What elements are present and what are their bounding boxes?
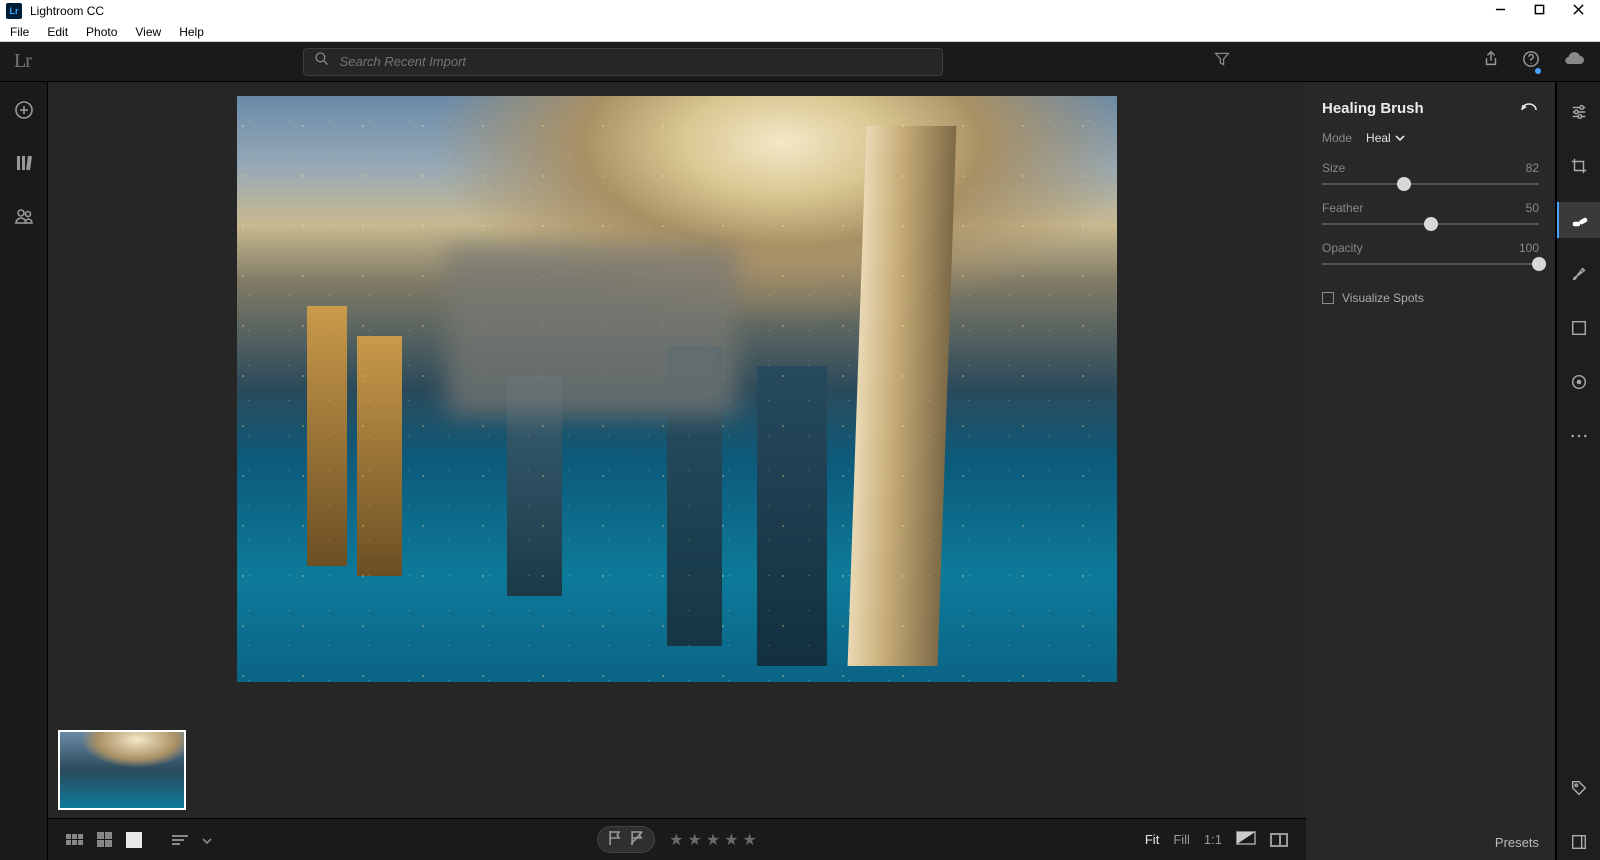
star-1-icon[interactable]: ★ [669, 830, 683, 850]
flag-pick-icon[interactable] [608, 830, 622, 849]
add-photo-icon[interactable] [14, 100, 34, 125]
before-after-icon[interactable] [1236, 831, 1256, 848]
window-title-bar: Lr Lightroom CC [0, 0, 1600, 22]
menu-bar: File Edit Photo View Help [0, 22, 1600, 42]
chevron-down-icon [1395, 135, 1405, 141]
flag-reject-icon[interactable] [630, 830, 644, 849]
filter-icon[interactable] [1214, 51, 1230, 72]
single-view-icon[interactable] [126, 832, 142, 848]
opacity-slider-thumb[interactable] [1532, 257, 1546, 271]
window-maximize-icon[interactable] [1534, 4, 1545, 18]
people-icon[interactable] [14, 206, 34, 231]
crop-tool-icon[interactable] [1557, 148, 1600, 184]
search-field[interactable] [303, 48, 943, 76]
filmstrip [48, 722, 1306, 818]
size-slider-thumb[interactable] [1397, 177, 1411, 191]
more-menu-icon[interactable] [1557, 418, 1600, 454]
star-3-icon[interactable]: ★ [706, 830, 720, 850]
menu-edit[interactable]: Edit [47, 25, 68, 39]
rating-stars[interactable]: ★ ★ ★ ★ ★ [669, 830, 757, 850]
right-tool-rail [1556, 82, 1600, 860]
window-minimize-icon[interactable] [1495, 4, 1506, 18]
feather-label: Feather [1322, 201, 1363, 215]
cloud-sync-icon[interactable] [1562, 51, 1586, 72]
visualize-spots-checkbox[interactable] [1322, 292, 1334, 304]
feather-value: 50 [1526, 201, 1539, 215]
menu-photo[interactable]: Photo [86, 25, 117, 39]
filmstrip-thumbnail[interactable] [58, 730, 186, 810]
help-icon[interactable] [1522, 50, 1540, 73]
flag-group [597, 826, 655, 853]
tag-icon[interactable] [1557, 770, 1600, 806]
star-5-icon[interactable]: ★ [743, 830, 757, 850]
compare-view-icon[interactable] [1270, 833, 1288, 847]
brush-tool-icon[interactable] [1557, 256, 1600, 292]
sort-chevron-icon[interactable] [202, 832, 212, 847]
search-input[interactable] [340, 54, 932, 69]
zoom-1to1[interactable]: 1:1 [1204, 832, 1222, 847]
adjust-sliders-icon[interactable] [1557, 94, 1600, 130]
feather-slider-thumb[interactable] [1424, 217, 1438, 231]
grid-view-large-icon[interactable] [97, 832, 112, 847]
photo-preview[interactable] [237, 96, 1117, 682]
healing-brush-panel: Healing Brush Mode Heal Size 82 [1306, 82, 1556, 860]
size-label: Size [1322, 161, 1345, 175]
visualize-spots-label: Visualize Spots [1342, 291, 1424, 305]
share-icon[interactable] [1482, 50, 1500, 73]
menu-help[interactable]: Help [179, 25, 204, 39]
opacity-label: Opacity [1322, 241, 1363, 255]
zoom-fit[interactable]: Fit [1145, 832, 1159, 847]
bottom-toolbar: ★ ★ ★ ★ ★ Fit Fill 1:1 [48, 818, 1306, 860]
photo-canvas[interactable] [48, 82, 1306, 722]
center-area: ★ ★ ★ ★ ★ Fit Fill 1:1 [48, 82, 1306, 860]
mode-label: Mode [1322, 131, 1352, 145]
visualize-spots-row[interactable]: Visualize Spots [1322, 291, 1539, 305]
opacity-value: 100 [1519, 241, 1539, 255]
healing-blur-region [447, 246, 737, 416]
feather-slider[interactable]: Feather 50 [1322, 201, 1539, 225]
library-icon[interactable] [14, 153, 34, 178]
info-panel-icon[interactable] [1557, 824, 1600, 860]
star-2-icon[interactable]: ★ [687, 830, 701, 850]
menu-view[interactable]: View [135, 25, 161, 39]
size-slider[interactable]: Size 82 [1322, 161, 1539, 185]
app-logo-text: Lr [14, 50, 31, 73]
left-rail [0, 82, 48, 860]
window-title: Lightroom CC [30, 4, 104, 18]
mode-dropdown[interactable]: Heal [1366, 131, 1405, 145]
size-value: 82 [1526, 161, 1539, 175]
sort-icon[interactable] [172, 835, 188, 845]
grid-view-small-icon[interactable] [66, 834, 83, 845]
search-icon [314, 51, 330, 72]
menu-file[interactable]: File [10, 25, 29, 39]
reset-icon[interactable] [1519, 100, 1539, 117]
radial-gradient-icon[interactable] [1557, 364, 1600, 400]
panel-title-row: Healing Brush [1322, 100, 1539, 117]
opacity-slider[interactable]: Opacity 100 [1322, 241, 1539, 265]
mode-value: Heal [1366, 131, 1391, 145]
app-logo-icon: Lr [6, 3, 22, 19]
healing-brush-icon[interactable] [1557, 202, 1600, 238]
zoom-fill[interactable]: Fill [1173, 832, 1190, 847]
star-4-icon[interactable]: ★ [724, 830, 738, 850]
window-close-icon[interactable] [1573, 4, 1584, 18]
linear-gradient-icon[interactable] [1557, 310, 1600, 346]
app-top-bar: Lr [0, 42, 1600, 82]
panel-title: Healing Brush [1322, 100, 1424, 117]
presets-button[interactable]: Presets [1322, 825, 1539, 850]
